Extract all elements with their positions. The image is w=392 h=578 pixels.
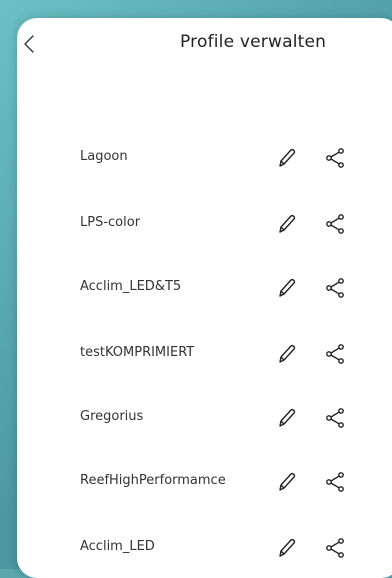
profile-row: LPS-color	[80, 206, 380, 242]
share-icon	[324, 536, 346, 560]
share-icon	[324, 470, 346, 494]
pencil-icon	[276, 342, 298, 366]
edit-button[interactable]	[276, 342, 298, 366]
share-button[interactable]	[324, 536, 346, 560]
profile-row: ReefHighPerformamce	[80, 464, 380, 500]
profile-row: testKOMPRIMIERT	[80, 336, 380, 372]
share-icon	[324, 406, 346, 430]
edit-button[interactable]	[276, 212, 298, 236]
profile-name: Gregorius	[80, 409, 143, 424]
share-button[interactable]	[324, 146, 346, 170]
profile-name: Acclim_LED&T5	[80, 279, 181, 294]
pencil-icon	[276, 406, 298, 430]
profile-name: ReefHighPerformamce	[80, 473, 226, 488]
pencil-icon	[276, 212, 298, 236]
pencil-icon	[276, 536, 298, 560]
profile-name: testKOMPRIMIERT	[80, 345, 194, 360]
share-button[interactable]	[324, 342, 346, 366]
profile-row: Gregorius	[80, 400, 380, 436]
share-icon	[324, 276, 346, 300]
edit-button[interactable]	[276, 406, 298, 430]
pencil-icon	[276, 276, 298, 300]
profile-row: Lagoon	[80, 140, 380, 176]
edit-button[interactable]	[276, 470, 298, 494]
chevron-left-icon	[23, 34, 35, 54]
back-button[interactable]	[22, 33, 36, 55]
edit-button[interactable]	[276, 536, 298, 560]
profile-name: Acclim_LED	[80, 539, 155, 554]
pencil-icon	[276, 470, 298, 494]
share-button[interactable]	[324, 276, 346, 300]
pencil-icon	[276, 146, 298, 170]
share-button[interactable]	[324, 406, 346, 430]
edit-button[interactable]	[276, 276, 298, 300]
profile-name: LPS-color	[80, 215, 140, 230]
page-title: Profile verwalten	[180, 32, 380, 52]
share-icon	[324, 342, 346, 366]
share-icon	[324, 212, 346, 236]
profile-name: Lagoon	[80, 149, 128, 164]
profile-row: Acclim_LED&T5	[80, 270, 380, 306]
share-button[interactable]	[324, 470, 346, 494]
share-icon	[324, 146, 346, 170]
profile-row: Acclim_LED	[80, 530, 380, 566]
edit-button[interactable]	[276, 146, 298, 170]
share-button[interactable]	[324, 212, 346, 236]
